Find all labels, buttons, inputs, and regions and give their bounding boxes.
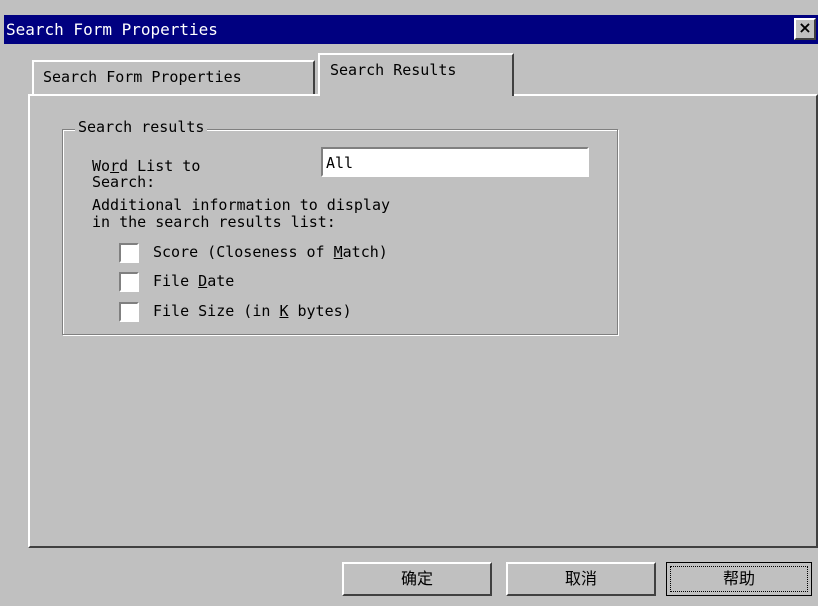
cancel-button-label: 取消 bbox=[564, 569, 597, 588]
score-checkbox[interactable] bbox=[119, 243, 139, 263]
word-list-label: Word List to bbox=[92, 157, 201, 175]
file-size-checkbox-label[interactable]: File Size (in K bytes) bbox=[153, 303, 352, 319]
window-title: Search Form Properties bbox=[6, 20, 218, 39]
file-date-checkbox-label[interactable]: File Date bbox=[153, 273, 234, 289]
cancel-button[interactable]: 取消 bbox=[506, 562, 656, 596]
help-button-focus: 帮助 bbox=[670, 566, 808, 592]
file-date-checkbox[interactable] bbox=[119, 272, 139, 292]
help-button[interactable]: 帮助 bbox=[666, 562, 812, 596]
word-list-input[interactable]: All bbox=[321, 147, 589, 177]
help-button-label: 帮助 bbox=[722, 569, 755, 588]
file-size-checkbox[interactable] bbox=[119, 302, 139, 322]
close-icon: × bbox=[798, 18, 812, 37]
title-bar[interactable]: Search Form Properties × bbox=[4, 15, 818, 44]
window-edge bbox=[818, 0, 822, 606]
group-legend: Search results bbox=[75, 118, 208, 136]
word-list-value: All bbox=[326, 154, 354, 172]
ok-button[interactable]: 确定 bbox=[342, 562, 492, 596]
word-list-label-line2: Search: bbox=[92, 173, 156, 191]
additional-info-label: Additional information to display bbox=[92, 196, 391, 214]
ok-button-label: 确定 bbox=[400, 569, 433, 588]
score-checkbox-label[interactable]: Score (Closeness of Match) bbox=[153, 244, 388, 260]
additional-info-label-line2: in the search results list: bbox=[92, 213, 336, 231]
tab-search-form-properties[interactable]: Search Form Properties bbox=[32, 60, 315, 94]
close-button[interactable]: × bbox=[794, 18, 816, 40]
tab-label: Search Form Properties bbox=[43, 68, 242, 86]
tab-search-results[interactable]: Search Results bbox=[318, 53, 514, 96]
properties-dialog: Search Form Properties × Search Form Pro… bbox=[0, 0, 822, 606]
tab-label: Search Results bbox=[330, 61, 457, 79]
